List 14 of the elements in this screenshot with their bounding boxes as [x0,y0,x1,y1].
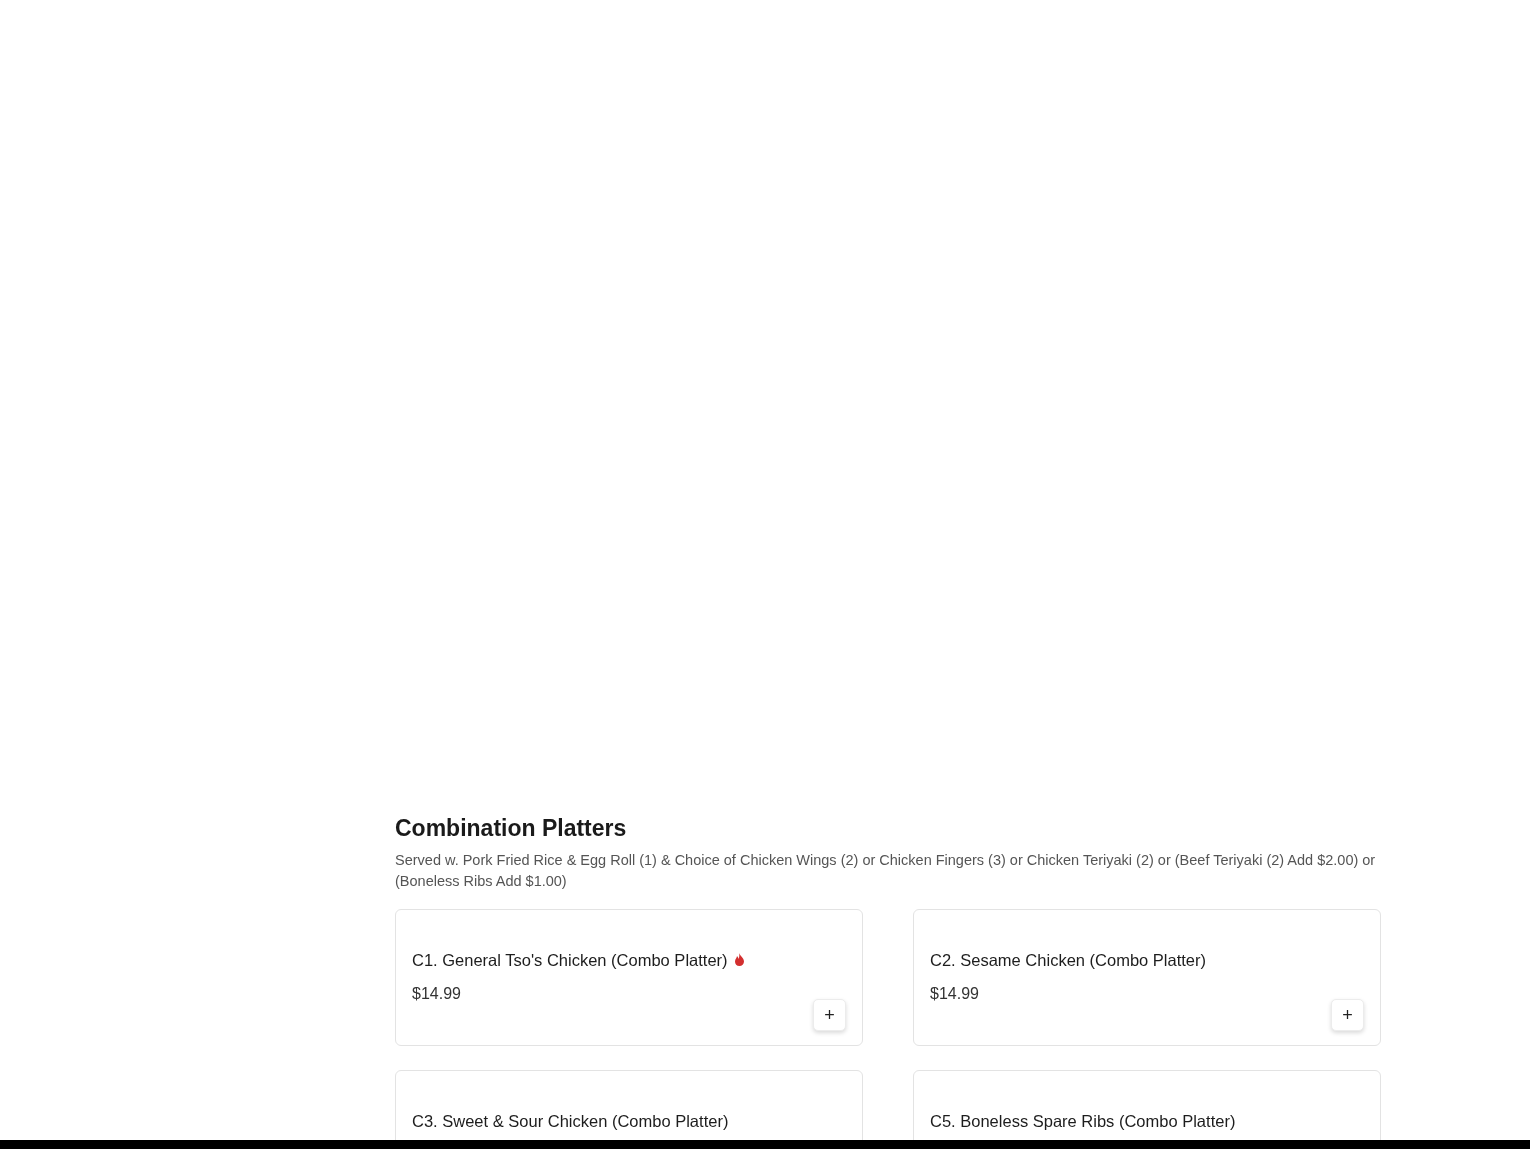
menu-item-card[interactable]: C2. Sesame Chicken (Combo Platter) $14.99 + [913,908,1381,1046]
item-name: C1. General Tso's Chicken (Combo Platter) [412,949,728,971]
item-name: C3. Sweet & Sour Chicken (Combo Platter) [412,1110,729,1132]
item-name: C5. Boneless Spare Ribs (Combo Platter) [930,1110,1236,1132]
section-description: Served w. Pork Fried Rice & Egg Roll (1) & Choice of Chicken Wings (2) or Chicken Fingers (3) or Chicken Teriyaki (2) or (Beef Teriyaki (2) Add $2.00) or (Boneless Ribs Add $1.00) [395,850,1377,891]
section-title: Combination Platters [395,815,628,843]
item-price: $14.99 [930,983,979,1004]
add-button[interactable]: + [1331,998,1364,1031]
menu-item-card[interactable]: C5. Boneless Spare Ribs (Combo Platter) [913,1069,1381,1140]
add-button[interactable]: + [813,998,846,1031]
menu-item-card[interactable]: C1. General Tso's Chicken (Combo Platter) $14.99 + [395,908,863,1046]
menu-item-card[interactable]: C3. Sweet & Sour Chicken (Combo Platter) [395,1069,863,1140]
item-name: C2. Sesame Chicken (Combo Platter) [930,949,1207,971]
item-price: $14.99 [412,983,461,1004]
